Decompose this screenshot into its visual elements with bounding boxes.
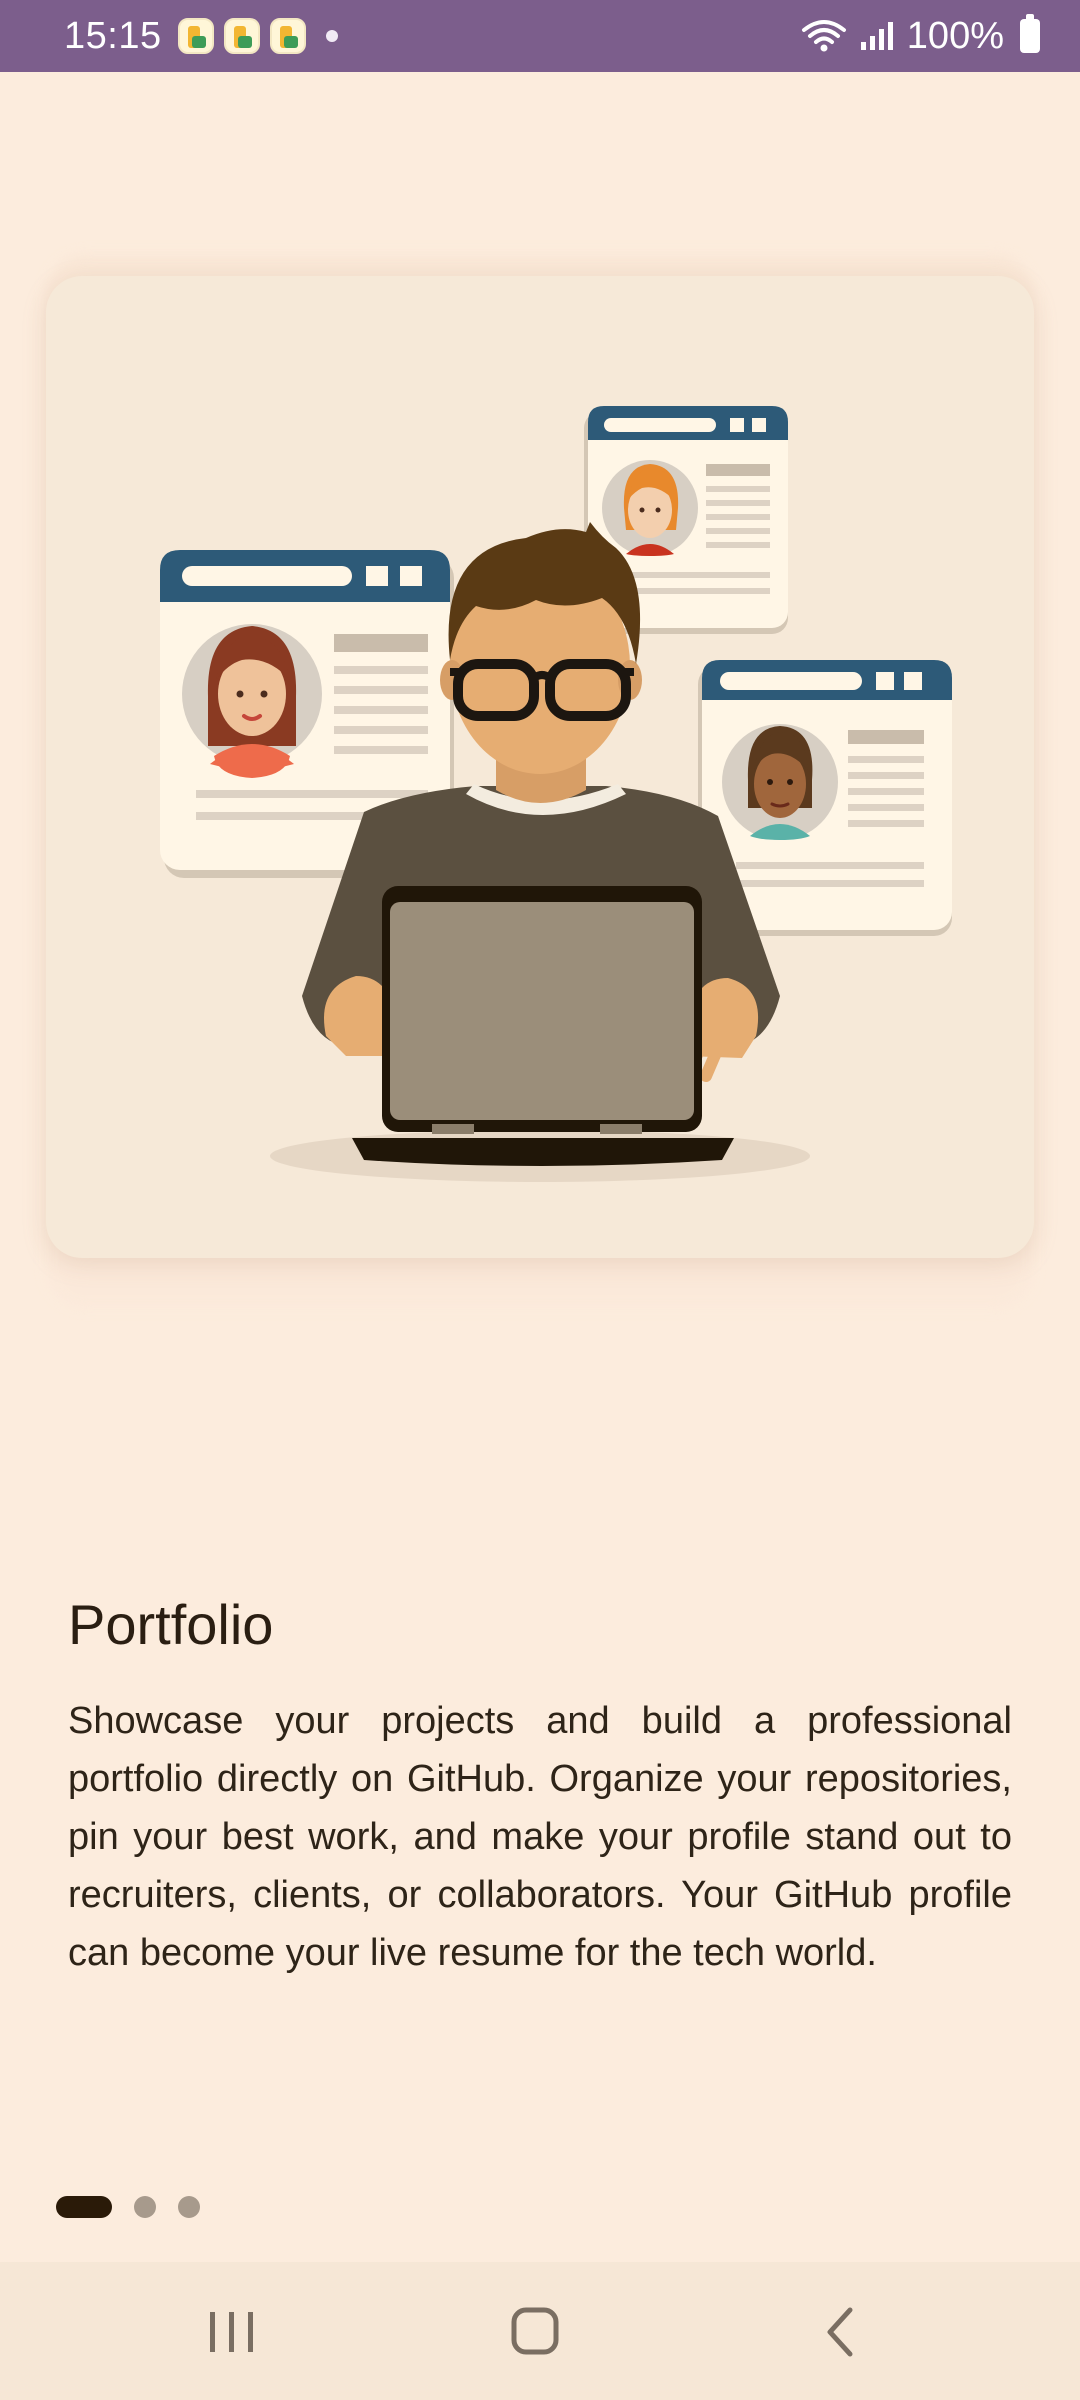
app-notification-icon [177,18,214,54]
page-description: Showcase your projects and build a profe… [68,1700,1012,1974]
status-time: 15:15 [64,14,162,57]
page-indicator [56,2196,200,2218]
more-notifications-dot-icon [325,30,338,42]
home-icon[interactable] [496,2302,576,2362]
laptop [352,886,734,1166]
app-notification-icon [223,18,260,54]
battery-icon [1020,14,1040,53]
app-notification-icon [269,18,306,54]
developer-illustration [160,406,952,1182]
system-navigation-bar [0,2262,1080,2400]
back-icon[interactable] [800,2302,880,2362]
illustration-card [46,276,1034,1258]
page-indicator-dot[interactable] [134,2196,156,2218]
status-bar: 15:15 100% [0,0,1080,72]
page-title: Portfolio [68,1593,274,1656]
notification-icons [177,18,338,54]
status-right: 100% [801,14,1040,58]
wifi-icon [801,20,846,52]
page-indicator-dot-active[interactable] [56,2196,112,2218]
recent-apps-icon[interactable] [192,2302,272,2362]
battery-percentage: 100% [906,14,1004,57]
page-indicator-dot[interactable] [178,2196,200,2218]
signal-icon [860,22,893,50]
